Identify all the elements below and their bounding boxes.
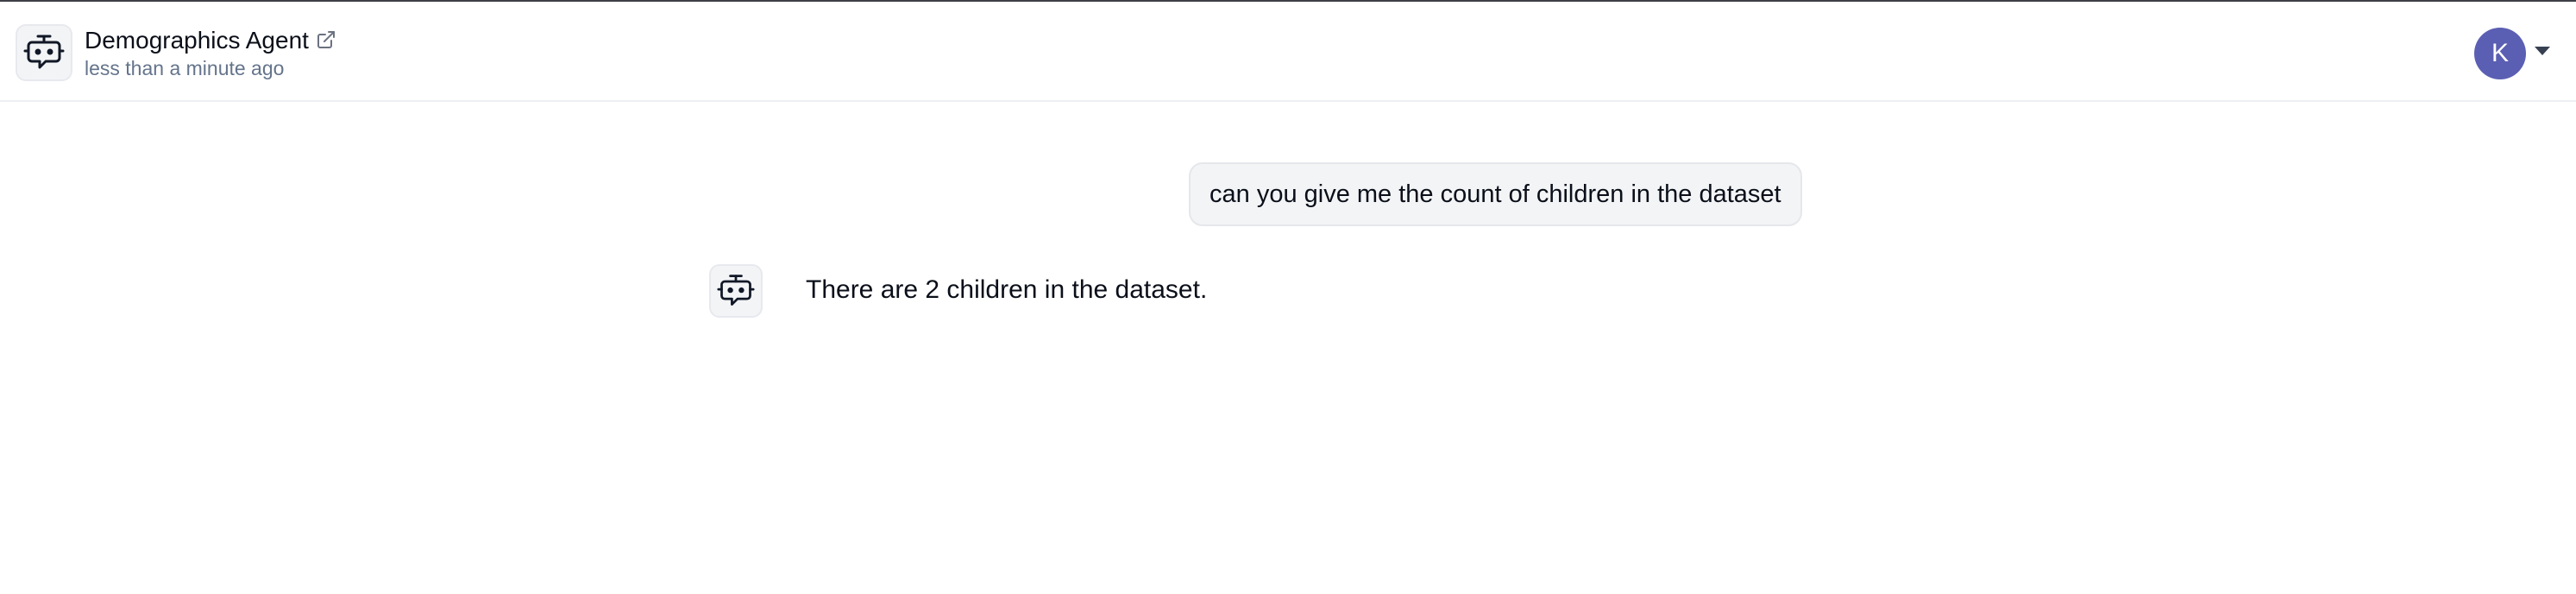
robot-chat-icon [23, 35, 65, 69]
caret-down-icon[interactable] [2535, 47, 2550, 55]
robot-chat-icon [717, 275, 755, 306]
assistant-avatar [709, 264, 763, 318]
chat-header: Demographics Agent less than a minute ag… [0, 0, 2576, 102]
assistant-message: There are 2 children in the dataset. [806, 275, 1208, 304]
last-active-timestamp: less than a minute ago [85, 57, 285, 79]
agent-name: Demographics Agent [85, 27, 309, 54]
user-message: can you give me the count of children in… [1189, 162, 1802, 226]
user-avatar[interactable]: K [2474, 28, 2526, 79]
external-link-icon [317, 31, 335, 48]
open-agent-link[interactable] [316, 29, 340, 54]
chat-page: Demographics Agent less than a minute ag… [0, 0, 2576, 594]
agent-avatar [16, 24, 72, 81]
